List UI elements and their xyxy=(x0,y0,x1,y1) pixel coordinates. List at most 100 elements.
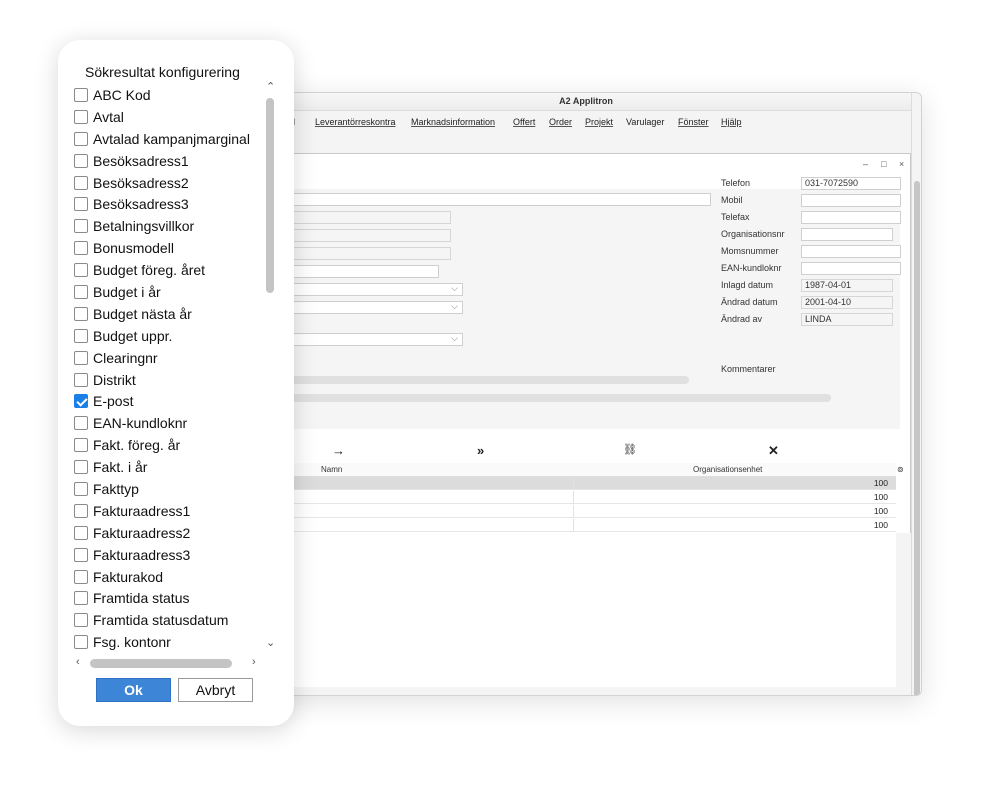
menu-item-fonster[interactable]: Fönster xyxy=(678,117,709,127)
window-scrollbar[interactable] xyxy=(911,93,921,695)
checkbox[interactable] xyxy=(74,569,88,584)
scroll-down-icon[interactable]: ⌄ xyxy=(266,636,275,649)
mobil-field[interactable] xyxy=(801,194,901,207)
checkbox-item[interactable]: Budget nästa år xyxy=(74,303,264,325)
list-scroll-thumb[interactable] xyxy=(266,98,274,293)
arrow-right-icon[interactable]: → xyxy=(332,443,345,458)
scroll-up-icon[interactable]: ⌃ xyxy=(266,80,275,93)
checkbox[interactable] xyxy=(74,219,88,234)
checkbox[interactable] xyxy=(74,613,88,628)
andrad-datum-value: 2001-04-10 xyxy=(805,297,852,307)
checkbox-item[interactable]: Fsg. kontonr xyxy=(74,631,264,653)
menu-item-offert[interactable]: Offert xyxy=(513,117,535,127)
menu-item-varulager[interactable]: Varulager xyxy=(626,117,664,127)
column-header-organisationsenhet[interactable]: Organisationsenhet xyxy=(693,465,762,474)
name-field[interactable] xyxy=(251,193,711,206)
checkbox-item[interactable]: Distrikt xyxy=(74,369,264,391)
broken-link-icon[interactable]: ⛓ xyxy=(623,443,637,456)
checkbox[interactable] xyxy=(74,153,88,168)
organisationsnr-field[interactable] xyxy=(801,228,893,241)
form-hscroll-thumb-2[interactable] xyxy=(251,394,831,402)
checkbox[interactable] xyxy=(74,109,88,124)
checkbox-item[interactable]: Clearingnr xyxy=(74,347,264,369)
checkbox[interactable] xyxy=(74,87,88,102)
column-header-namn[interactable]: Namn xyxy=(321,465,342,474)
checkbox-item[interactable]: Budget föreg. året xyxy=(74,259,264,281)
checkbox-item[interactable]: ABC Kod xyxy=(74,84,264,106)
scroll-left-icon[interactable]: ‹ xyxy=(76,656,80,668)
checkbox[interactable] xyxy=(74,350,88,365)
ok-button[interactable]: Ok xyxy=(96,678,171,702)
checkbox[interactable] xyxy=(74,503,88,518)
checkbox[interactable] xyxy=(74,284,88,299)
checkbox-item[interactable]: Budget i år xyxy=(74,281,264,303)
checkbox[interactable] xyxy=(74,372,88,387)
menu-item-marknadsinformation[interactable]: Marknadsinformation xyxy=(411,117,495,127)
checkbox[interactable] xyxy=(74,263,88,278)
checkbox[interactable] xyxy=(74,591,88,606)
checkbox-item[interactable]: Avtal xyxy=(74,106,264,128)
checkbox[interactable] xyxy=(74,635,88,650)
checkbox[interactable] xyxy=(74,328,88,343)
checkbox-item[interactable]: Fakt. föreg. år xyxy=(74,434,264,456)
table-row[interactable]: 100 xyxy=(251,477,896,490)
checkbox[interactable] xyxy=(74,175,88,190)
checkbox-checked[interactable] xyxy=(74,394,88,409)
checkbox-label: Budget uppr. xyxy=(93,327,173,344)
close-icon[interactable]: × xyxy=(899,159,904,169)
menu-item-hjalp[interactable]: Hjälp xyxy=(721,117,742,127)
checkbox[interactable] xyxy=(74,547,88,562)
maximize-icon[interactable]: □ xyxy=(881,159,886,169)
table-row[interactable]: 100 xyxy=(251,519,896,532)
checkbox-item[interactable]: Fakttyp xyxy=(74,478,264,500)
form-hscroll-thumb[interactable] xyxy=(251,376,689,384)
checkbox-item[interactable]: Framtida statusdatum xyxy=(74,609,264,631)
checkbox-item[interactable]: Besöksadress3 xyxy=(74,193,264,215)
checkbox-label: E-post xyxy=(93,393,134,410)
checkbox[interactable] xyxy=(74,241,88,256)
scroll-right-icon[interactable]: › xyxy=(252,656,256,668)
cancel-button[interactable]: Avbryt xyxy=(178,678,253,702)
checkbox[interactable] xyxy=(74,306,88,321)
momsnummer-field[interactable] xyxy=(801,245,901,258)
telefax-field[interactable] xyxy=(801,211,901,224)
checkbox-item[interactable]: Besöksadress1 xyxy=(74,150,264,172)
table-row[interactable]: 100 xyxy=(251,491,896,504)
menu-item-projekt[interactable]: Projekt xyxy=(585,117,613,127)
checkbox[interactable] xyxy=(74,197,88,212)
table-cell-value: 100 xyxy=(873,492,888,502)
list-hscroll-thumb[interactable] xyxy=(90,659,232,668)
checkbox-item[interactable]: Budget uppr. xyxy=(74,325,264,347)
table-row[interactable]: 100 xyxy=(251,505,896,518)
checkbox-item[interactable]: EAN-kundloknr xyxy=(74,412,264,434)
minimize-icon[interactable]: – xyxy=(863,159,868,169)
menu-item-order[interactable]: Order xyxy=(549,117,572,127)
checkbox[interactable] xyxy=(74,438,88,453)
menu-item-leverantorreskontra[interactable]: Leverantörreskontra xyxy=(315,117,396,127)
checkbox-item[interactable]: Betalningsvillkor xyxy=(74,215,264,237)
ean-field[interactable] xyxy=(801,262,901,275)
checkbox-item[interactable]: Besöksadress2 xyxy=(74,172,264,194)
checkbox[interactable] xyxy=(74,416,88,431)
checkbox-item[interactable]: Framtida status xyxy=(74,587,264,609)
settings-icon[interactable]: ⊚ xyxy=(897,465,904,474)
checkbox[interactable] xyxy=(74,481,88,496)
checkbox-item[interactable]: Bonusmodell xyxy=(74,237,264,259)
telefon-field[interactable]: 031-7072590 xyxy=(801,177,901,190)
checkbox-item[interactable]: Fakturakod xyxy=(74,566,264,588)
checkbox-item[interactable]: Fakturaadress3 xyxy=(74,544,264,566)
list-vertical-scrollbar[interactable]: ⌃ ⌄ xyxy=(264,81,276,654)
double-chevron-icon[interactable]: » xyxy=(477,443,484,458)
checkbox-item[interactable]: Avtalad kampanjmarginal xyxy=(74,128,264,150)
andrad-av-field: LINDA xyxy=(801,313,893,326)
checkbox-item[interactable]: Fakturaadress1 xyxy=(74,500,264,522)
checkbox-item[interactable]: Fakturaadress2 xyxy=(74,522,264,544)
list-horizontal-scrollbar[interactable]: ‹ › xyxy=(74,656,264,670)
delete-x-icon[interactable]: ✕ xyxy=(768,443,779,459)
window-scrollbar-thumb[interactable] xyxy=(914,181,920,695)
checkbox-item[interactable]: Fakt. i år xyxy=(74,456,264,478)
checkbox[interactable] xyxy=(74,460,88,475)
checkbox[interactable] xyxy=(74,525,88,540)
checkbox[interactable] xyxy=(74,131,88,146)
checkbox-item[interactable]: E-post xyxy=(74,390,264,412)
